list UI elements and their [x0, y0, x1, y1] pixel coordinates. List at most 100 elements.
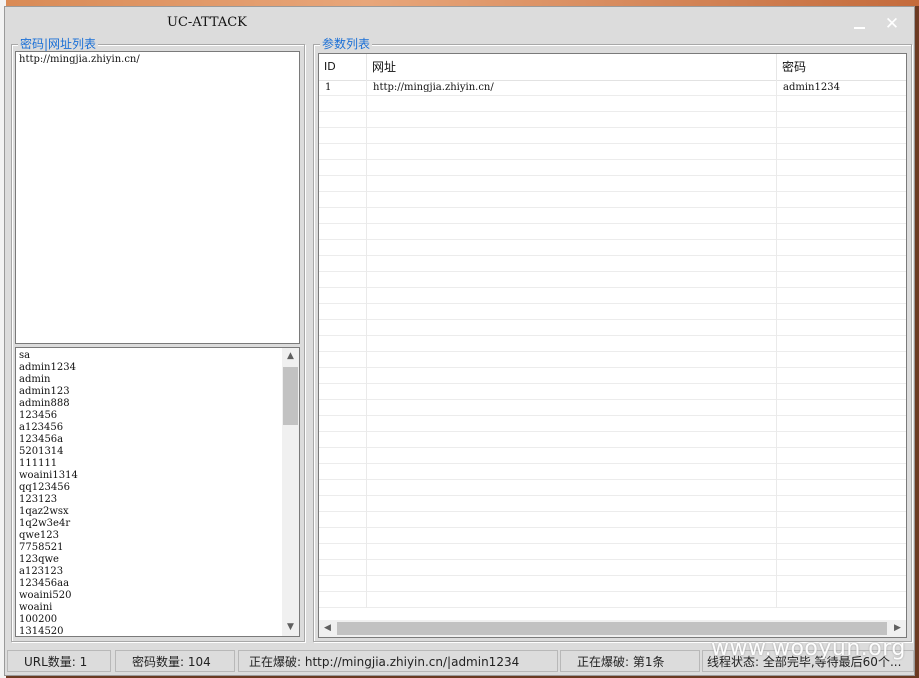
table-row[interactable] — [319, 304, 906, 320]
table-row[interactable] — [319, 224, 906, 240]
cell-id — [319, 144, 367, 160]
cell-id — [319, 272, 367, 288]
table-row[interactable] — [319, 176, 906, 192]
password-item[interactable]: woaini520 — [19, 590, 78, 602]
close-button[interactable]: ✕ — [880, 13, 904, 35]
password-listbox[interactable]: sa admin1234 admin admin123 admin888 123456 a1… — [15, 347, 300, 637]
horizontal-scrollbar-thumb[interactable] — [337, 622, 887, 635]
password-item[interactable]: sa — [19, 350, 78, 362]
cell-password — [777, 416, 906, 432]
table-row[interactable] — [319, 400, 906, 416]
table-row[interactable] — [319, 368, 906, 384]
table-row[interactable] — [319, 528, 906, 544]
table-row[interactable] — [319, 128, 906, 144]
password-item[interactable]: 123456aa — [19, 578, 78, 590]
table-row[interactable] — [319, 112, 906, 128]
table-row[interactable]: 1 http://mingjia.zhiyin.cn/admin1234 — [319, 80, 906, 96]
table-horizontal-scrollbar[interactable]: ◀ ▶ — [319, 620, 906, 637]
password-item[interactable]: 1314520 — [19, 626, 78, 638]
cell-url — [367, 464, 777, 480]
password-item[interactable]: 5201314 — [19, 446, 78, 458]
cell-id — [319, 256, 367, 272]
table-row[interactable] — [319, 384, 906, 400]
table-row[interactable] — [319, 96, 906, 112]
table-row[interactable] — [319, 256, 906, 272]
table-row[interactable] — [319, 144, 906, 160]
title-bar[interactable]: UC-ATTACK ✕ — [5, 7, 914, 39]
cell-id — [319, 160, 367, 176]
cell-id — [319, 544, 367, 560]
password-item[interactable]: admin1234 — [19, 362, 78, 374]
scroll-down-arrow-icon[interactable]: ▼ — [282, 619, 299, 636]
table-row[interactable] — [319, 208, 906, 224]
minimize-button[interactable] — [848, 13, 872, 35]
url-textarea[interactable]: http://mingjia.zhiyin.cn/ — [15, 51, 300, 344]
cell-password — [777, 464, 906, 480]
cell-id — [319, 496, 367, 512]
password-item[interactable]: woaini — [19, 602, 78, 614]
table-row[interactable] — [319, 592, 906, 608]
cell-id — [319, 96, 367, 112]
password-item[interactable]: 111111 — [19, 458, 78, 470]
password-item[interactable]: 1q2w3e4r — [19, 518, 78, 530]
cell-url — [367, 336, 777, 352]
password-item[interactable]: 123qwe — [19, 554, 78, 566]
column-header-url[interactable]: 网址 — [367, 54, 777, 80]
table-row[interactable] — [319, 240, 906, 256]
password-item[interactable]: 123456 — [19, 410, 78, 422]
password-item[interactable]: a123123 — [19, 566, 78, 578]
password-item[interactable]: 100200 — [19, 614, 78, 626]
table-row[interactable] — [319, 432, 906, 448]
table-row[interactable] — [319, 560, 906, 576]
scrollbar-thumb[interactable] — [283, 367, 298, 425]
password-item[interactable]: qq123456 — [19, 482, 78, 494]
table-row[interactable] — [319, 336, 906, 352]
password-item[interactable]: admin888 — [19, 398, 78, 410]
table-row[interactable] — [319, 464, 906, 480]
table-row[interactable] — [319, 576, 906, 592]
cell-password — [777, 336, 906, 352]
password-item[interactable]: 1qaz2wsx — [19, 506, 78, 518]
password-item[interactable]: 123456a — [19, 434, 78, 446]
password-items: sa admin1234 admin admin123 admin888 123456 a1… — [19, 350, 78, 638]
watermark: www.wooyun.org — [711, 636, 906, 661]
table-row[interactable] — [319, 496, 906, 512]
table-row[interactable] — [319, 448, 906, 464]
column-header-password[interactable]: 密码 — [777, 54, 906, 80]
password-url-group-legend: 密码|网址列表 — [18, 36, 99, 52]
table-row[interactable] — [319, 512, 906, 528]
cell-url — [367, 576, 777, 592]
scroll-left-arrow-icon[interactable]: ◀ — [319, 620, 336, 637]
cell-id — [319, 448, 367, 464]
params-table[interactable]: ID 网址 密码 1 http://mingjia.zhiyin.cn/admin… — [318, 53, 907, 638]
password-item[interactable]: admin — [19, 374, 78, 386]
table-row[interactable] — [319, 192, 906, 208]
app-window: UC-ATTACK ✕ 密码|网址列表 http://mingjia.zhiyi… — [4, 6, 915, 676]
table-row[interactable] — [319, 416, 906, 432]
cell-password — [777, 272, 906, 288]
cell-url — [367, 416, 777, 432]
table-row[interactable] — [319, 320, 906, 336]
table-row[interactable] — [319, 352, 906, 368]
table-row[interactable] — [319, 160, 906, 176]
cell-password — [777, 240, 906, 256]
password-item[interactable]: 7758521 — [19, 542, 78, 554]
password-item[interactable]: 123123 — [19, 494, 78, 506]
scroll-up-arrow-icon[interactable]: ▲ — [282, 348, 299, 365]
password-list-scrollbar[interactable]: ▲ ▼ — [282, 348, 299, 636]
password-item[interactable]: a123456 — [19, 422, 78, 434]
password-item[interactable]: admin123 — [19, 386, 78, 398]
table-row[interactable] — [319, 272, 906, 288]
table-row[interactable] — [319, 480, 906, 496]
table-row[interactable] — [319, 544, 906, 560]
password-item[interactable]: qwe123 — [19, 530, 78, 542]
cell-password — [777, 208, 906, 224]
cell-id — [319, 224, 367, 240]
cell-url — [367, 544, 777, 560]
column-header-id[interactable]: ID — [319, 54, 367, 80]
scroll-right-arrow-icon[interactable]: ▶ — [889, 620, 906, 637]
table-row[interactable] — [319, 288, 906, 304]
cell-password — [777, 432, 906, 448]
password-item[interactable]: woaini1314 — [19, 470, 78, 482]
cell-id — [319, 176, 367, 192]
